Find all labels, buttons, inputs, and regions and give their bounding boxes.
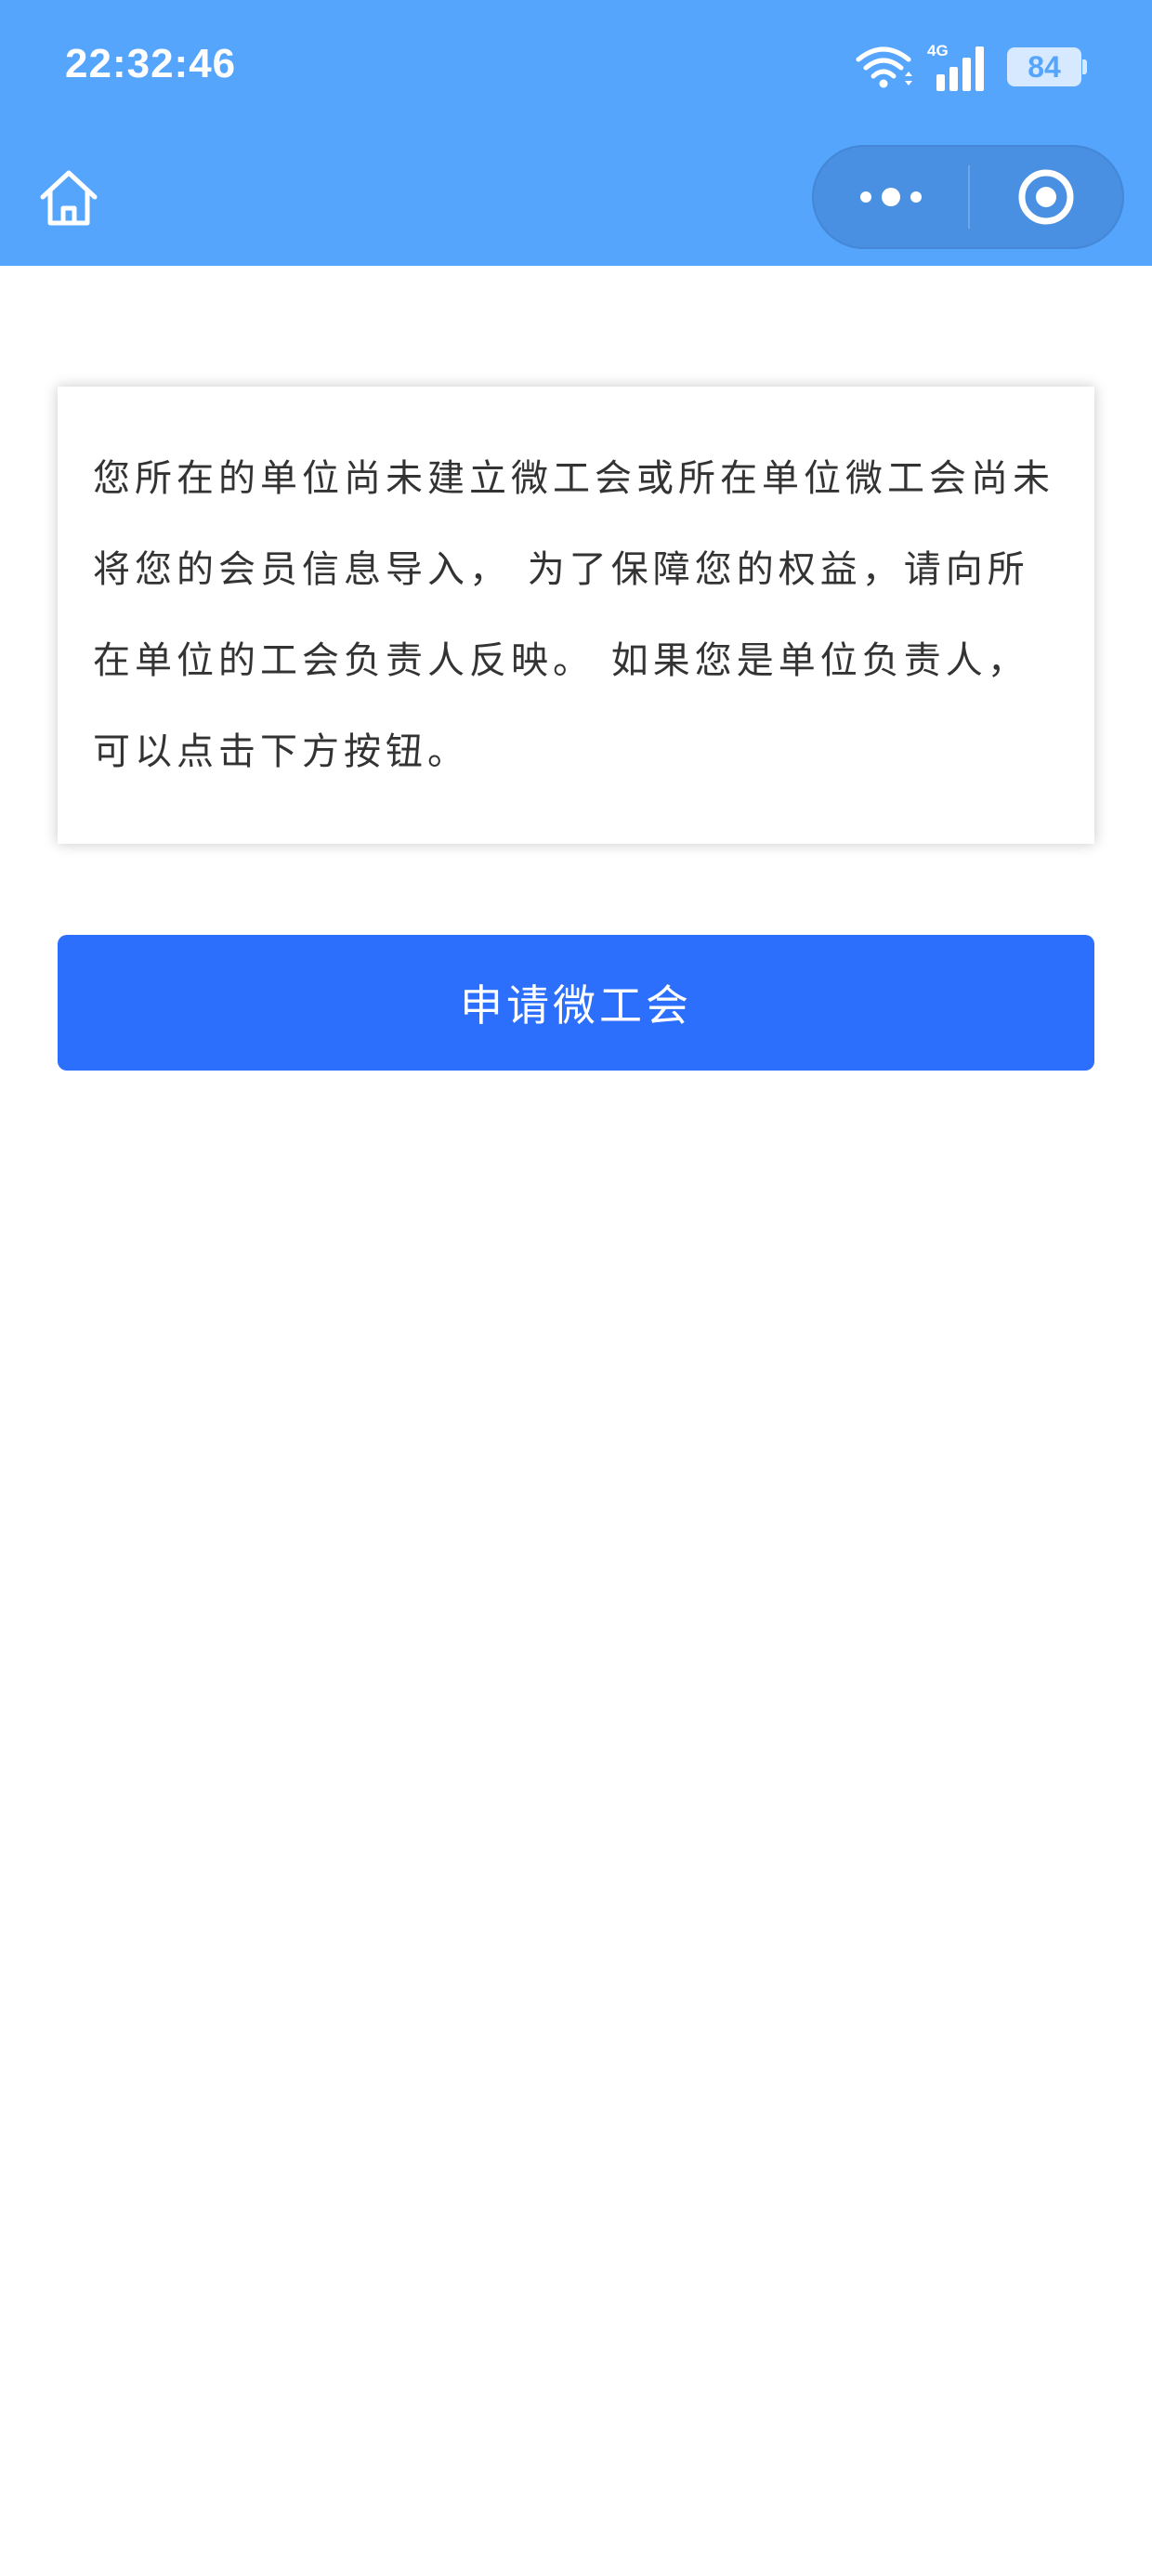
more-button[interactable] — [814, 147, 968, 247]
status-icons: 4G 84 — [855, 41, 1087, 93]
network-type-label: 4G — [927, 42, 949, 59]
signal-icon: 4G — [927, 42, 984, 91]
home-icon[interactable] — [37, 167, 100, 229]
battery-icon: 84 — [1007, 47, 1087, 86]
status-time: 22:32:46 — [65, 41, 237, 86]
target-circle-icon — [1018, 169, 1074, 225]
more-dots-icon — [860, 188, 922, 206]
header: 22:32:46 4G 84 — [0, 0, 1152, 266]
mini-program-capsule — [812, 145, 1124, 249]
apply-micro-union-button[interactable]: 申请微工会 — [58, 935, 1094, 1071]
battery-level: 84 — [1028, 49, 1061, 84]
wifi-icon — [856, 46, 912, 88]
app-screen: 22:32:46 4G 84 您所在的单位尚未建立微工会或所在单位微工会尚未将您… — [0, 0, 1152, 2576]
close-button[interactable] — [970, 147, 1122, 247]
notice-text: 您所在的单位尚未建立微工会或所在单位微工会尚未将您的会员信息导入， 为了保障您的… — [93, 457, 1054, 773]
notice-card: 您所在的单位尚未建立微工会或所在单位微工会尚未将您的会员信息导入， 为了保障您的… — [58, 387, 1094, 844]
